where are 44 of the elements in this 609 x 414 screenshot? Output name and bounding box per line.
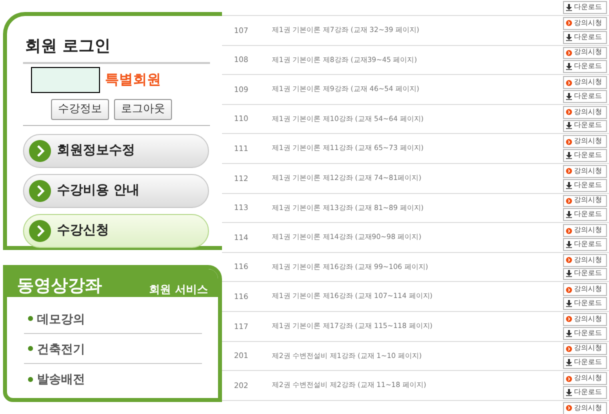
menu-button[interactable]: 수강비용 안내 <box>23 174 209 208</box>
video-menu-link[interactable]: 건축전기 <box>24 334 202 364</box>
download-icon <box>566 152 572 160</box>
download-icon <box>566 92 572 100</box>
chevron-icon <box>29 140 51 162</box>
download-icon <box>566 270 572 278</box>
download-icon <box>566 4 572 11</box>
download-icon <box>566 388 572 396</box>
download-icon <box>566 240 572 248</box>
download-icon <box>566 359 572 366</box>
login-title: 회원 로그인 <box>23 34 210 64</box>
download-icon <box>566 211 572 218</box>
play-icon <box>566 316 572 322</box>
play-icon <box>566 257 572 264</box>
play-icon <box>566 198 572 204</box>
menu-button[interactable]: 수강신청 <box>23 214 209 248</box>
play-icon <box>566 168 572 174</box>
video-menu-link[interactable]: 발송배전 <box>24 364 202 394</box>
download-icon <box>566 63 572 70</box>
download-icon <box>566 182 572 189</box>
chevron-icon <box>29 220 51 242</box>
video-menu-link[interactable]: 데모강의 <box>24 304 202 334</box>
play-icon <box>566 109 572 116</box>
play-icon <box>566 80 572 86</box>
play-icon <box>566 50 572 56</box>
login-action-button[interactable]: 수강정보 <box>51 99 109 120</box>
panel-subtitle: 회원 서비스 <box>149 284 208 295</box>
download-icon <box>566 300 572 308</box>
download-icon <box>566 330 572 337</box>
login-action-button[interactable]: 로그아웃 <box>114 99 172 120</box>
play-icon <box>566 405 572 412</box>
play-icon <box>566 286 572 293</box>
menu-button[interactable]: 회원정보수정 <box>23 134 209 168</box>
play-icon <box>566 138 572 145</box>
download-icon <box>566 122 572 130</box>
play-icon <box>566 346 572 352</box>
member-grade: 특별회원 <box>105 70 161 90</box>
play-icon <box>566 20 572 26</box>
play-icon <box>566 228 572 234</box>
play-icon <box>566 376 572 382</box>
user-name-field <box>31 67 100 93</box>
chevron-icon <box>29 180 51 202</box>
panel-title: 동영상강좌 <box>17 278 102 295</box>
download-icon <box>566 34 572 41</box>
